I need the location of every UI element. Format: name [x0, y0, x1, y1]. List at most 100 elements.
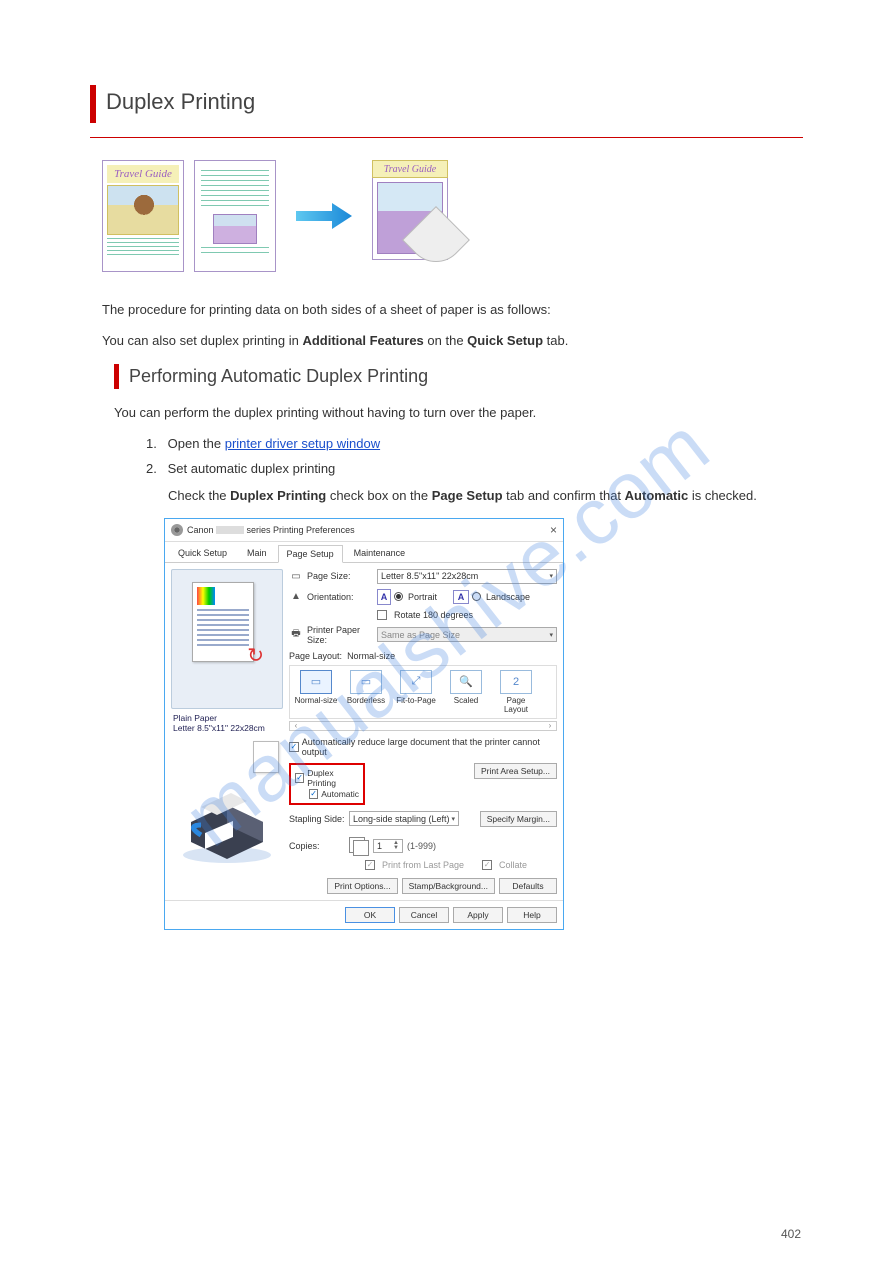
subsection-accent — [114, 364, 119, 389]
duplex-illustration: Travel Guide Travel Guide — [102, 160, 803, 272]
intro-text: The procedure for printing data on both … — [102, 302, 803, 317]
s2d-end: is checked. — [688, 488, 757, 503]
orientation-label: Orientation: — [307, 592, 373, 602]
printer-paper-label: Printer Paper Size: — [307, 625, 373, 645]
dialog-title-redacted — [216, 526, 244, 534]
layout-normal-size[interactable]: ▭Normal-size — [294, 670, 338, 714]
print-area-setup-button[interactable]: Print Area Setup... — [474, 763, 557, 779]
arrow-icon — [286, 196, 362, 236]
layout-borderless[interactable]: ▭Borderless — [344, 670, 388, 714]
step-1: 1. Open the printer driver setup window — [146, 436, 803, 451]
tab-quick-setup[interactable]: Quick Setup — [169, 544, 236, 562]
title-accent — [90, 85, 96, 123]
cancel-button[interactable]: Cancel — [399, 907, 449, 923]
auto-intro: You can perform the duplex printing with… — [114, 405, 803, 420]
illus-page-front: Travel Guide — [102, 160, 184, 272]
specify-margin-button[interactable]: Specify Margin... — [480, 811, 557, 827]
printer-icon — [171, 524, 183, 536]
layout-fit-to-page[interactable]: ⤢Fit-to-Page — [394, 670, 438, 714]
layout-scrollbar[interactable]: ‹› — [289, 721, 557, 731]
illus-photo — [107, 185, 179, 235]
s2d-prefix: Check the — [168, 488, 230, 503]
stapling-side-label: Stapling Side: — [289, 814, 345, 824]
quick-note-prefix: You can also set duplex printing in — [102, 333, 302, 348]
page-layout-current: Normal-size — [347, 651, 395, 661]
subsection-title: Performing Automatic Duplex Printing — [129, 364, 428, 389]
quick-note-bold2: Quick Setup — [467, 333, 543, 348]
section-title-bar: Duplex Printing — [90, 85, 803, 123]
landscape-label: Landscape — [486, 592, 530, 602]
duplex-highlight-box: Duplex Printing Automatic — [289, 763, 365, 805]
tab-main[interactable]: Main — [238, 544, 276, 562]
copies-icon — [349, 837, 369, 855]
page-preview: ↻ — [171, 569, 283, 709]
tab-page-setup[interactable]: Page Setup — [278, 545, 343, 563]
ok-button[interactable]: OK — [345, 907, 395, 923]
s2d-mid2: tab and confirm that — [503, 488, 625, 503]
copies-spinner[interactable]: 1▲▼ — [373, 839, 403, 853]
defaults-button[interactable]: Defaults — [499, 878, 557, 894]
blank-page-thumb — [253, 741, 279, 773]
copies-label: Copies: — [289, 841, 345, 851]
layout-scaled[interactable]: 🔍Scaled — [444, 670, 488, 714]
rotate180-checkbox[interactable] — [377, 610, 387, 620]
landscape-radio[interactable] — [472, 592, 481, 601]
quick-note-end: tab. — [543, 333, 568, 348]
duplex-printing-checkbox[interactable] — [295, 773, 304, 783]
illus-lines2 — [201, 247, 269, 257]
section-title: Duplex Printing — [106, 85, 803, 123]
collate-label: Collate — [499, 860, 527, 870]
dialog-titlebar: Canon series Printing Preferences × — [165, 519, 563, 542]
s2d-mid: check box on the — [326, 488, 432, 503]
step2-num: 2. — [146, 461, 164, 476]
page-size-value: Letter 8.5"x11" 22x28cm — [381, 571, 478, 581]
print-from-last-label: Print from Last Page — [382, 860, 464, 870]
title-rule — [90, 137, 803, 138]
chevron-down-icon: ▾ — [549, 572, 553, 580]
page-size-label: Page Size: — [307, 571, 373, 581]
auto-reduce-label: Automatically reduce large document that… — [302, 737, 557, 757]
layout-normal-label: Normal-size — [295, 696, 338, 705]
flip-arrow-icon: ↻ — [247, 643, 264, 668]
step1-prefix: Open the — [168, 436, 225, 451]
printer-paper-icon: 🖶 — [289, 626, 303, 643]
s2d-b3: Automatic — [625, 488, 689, 503]
page-layout-lbl-text: Page Layout: — [289, 651, 342, 661]
portrait-radio[interactable] — [394, 592, 403, 601]
orientation-icon: ▲ — [289, 591, 303, 602]
stapling-side-dropdown[interactable]: Long-side stapling (Left)▾ — [349, 811, 459, 826]
page-layout-chooser: ▭Normal-size ▭Borderless ⤢Fit-to-Page 🔍S… — [289, 665, 557, 719]
automatic-label: Automatic — [321, 789, 359, 799]
quick-note: You can also set duplex printing in Addi… — [102, 333, 803, 348]
preview-size: Letter 8.5"x11" 22x28cm — [173, 723, 281, 733]
illus-folded-page: Travel Guide — [372, 160, 452, 272]
illus-folded-title: Travel Guide — [372, 160, 448, 178]
dialog-tabs: Quick Setup Main Page Setup Maintenance — [165, 542, 563, 563]
printer-paper-dropdown: Same as Page Size▾ — [377, 627, 557, 642]
quick-note-mid: on the — [424, 333, 467, 348]
print-options-button[interactable]: Print Options... — [327, 878, 397, 894]
illus-page-back — [194, 160, 276, 272]
landscape-icon: A — [453, 590, 469, 604]
print-from-last-checkbox[interactable] — [365, 860, 375, 870]
chevron-down-icon: ▾ — [549, 631, 553, 639]
printer-driver-link[interactable]: printer driver setup window — [225, 436, 380, 451]
close-icon[interactable]: × — [550, 523, 557, 537]
layout-fit-label: Fit-to-Page — [396, 696, 436, 705]
collate-checkbox[interactable] — [482, 860, 492, 870]
s2d-b1: Duplex Printing — [230, 488, 326, 503]
automatic-checkbox[interactable] — [309, 789, 318, 799]
auto-reduce-checkbox[interactable] — [289, 742, 299, 752]
layout-page-layout[interactable]: 2Page Layout — [494, 670, 538, 714]
copies-value: 1 — [377, 841, 382, 851]
tab-maintenance[interactable]: Maintenance — [345, 544, 415, 562]
apply-button[interactable]: Apply — [453, 907, 503, 923]
illus-text-lines — [107, 238, 179, 258]
duplex-printing-label: Duplex Printing — [307, 768, 359, 788]
step1-num: 1. — [146, 436, 164, 451]
stamp-background-button[interactable]: Stamp/Background... — [402, 878, 495, 894]
page-size-dropdown[interactable]: Letter 8.5"x11" 22x28cm ▾ — [377, 569, 557, 584]
help-button[interactable]: Help — [507, 907, 557, 923]
step2-detail: Check the Duplex Printing check box on t… — [168, 486, 803, 506]
preview-media-label: Plain Paper Letter 8.5"x11" 22x28cm — [171, 709, 283, 737]
